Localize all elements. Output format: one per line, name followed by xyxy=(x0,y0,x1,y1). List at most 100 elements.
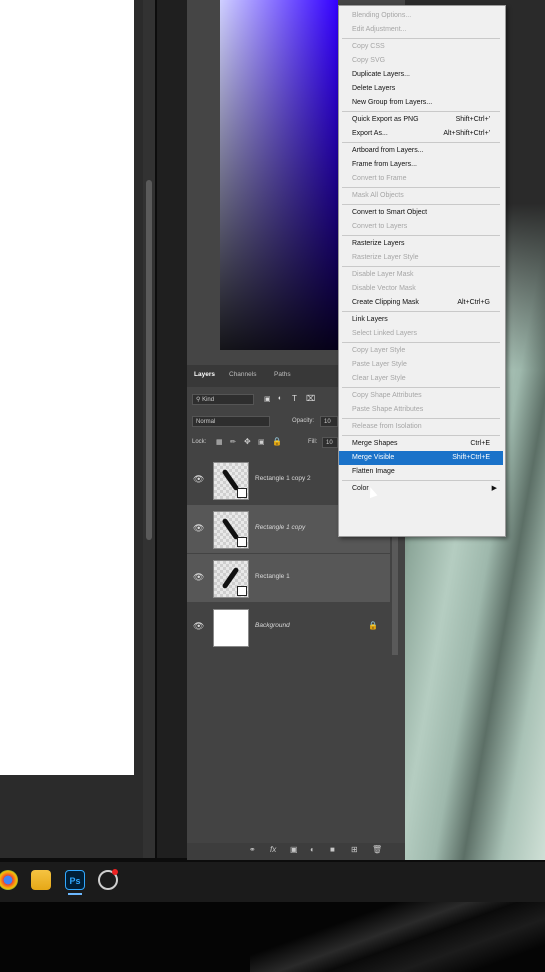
photoshop-label: Ps xyxy=(69,876,81,886)
layer-row[interactable]: 👁 Rectangle 1 xyxy=(187,554,390,602)
layer-name[interactable]: Background xyxy=(255,622,290,629)
menu-item[interactable]: Frame from Layers... xyxy=(339,158,503,172)
filter-shape-icon[interactable]: ⌧ xyxy=(306,394,315,403)
new-layer-icon[interactable]: ⊞ xyxy=(351,845,358,854)
menu-item-label: Copy Layer Style xyxy=(352,347,406,354)
menu-item-label: Rasterize Layer Style xyxy=(352,254,419,261)
menu-item[interactable]: Create Clipping Mask Alt+Ctrl+G xyxy=(339,296,503,310)
menu-item[interactable]: Convert to Smart Object xyxy=(339,206,503,220)
layer-filter-label: Kind xyxy=(202,397,215,403)
menu-item[interactable]: Quick Export as PNG Shift+Ctrl+' xyxy=(339,113,503,127)
layer-filter-select[interactable]: ⚲ Kind xyxy=(192,394,254,405)
tab-layers[interactable]: Layers xyxy=(194,371,215,378)
tab-channels[interactable]: Channels xyxy=(229,371,256,378)
shape-layer-badge-icon xyxy=(237,537,247,547)
menu-separator xyxy=(342,111,500,112)
menu-item: Mask All Objects xyxy=(339,189,503,203)
opacity-label: Opacity: xyxy=(292,418,315,424)
blend-mode-select[interactable]: Normal xyxy=(192,416,270,427)
panel-divider xyxy=(157,0,187,858)
file-explorer-icon[interactable] xyxy=(31,870,51,890)
menu-item: Paste Layer Style xyxy=(339,358,503,372)
menu-item: Edit Adjustment... xyxy=(339,23,503,37)
trash-icon[interactable]: 🗑 xyxy=(372,845,382,854)
shape-layer-badge-icon xyxy=(237,586,247,596)
menu-separator xyxy=(342,142,500,143)
visibility-eye-icon[interactable]: 👁 xyxy=(193,474,204,485)
menu-item[interactable]: Merge Shapes Ctrl+E xyxy=(339,437,503,451)
layer-thumbnail xyxy=(213,560,249,598)
menu-item: Copy Shape Attributes xyxy=(339,389,503,403)
menu-item-label: Blending Options... xyxy=(352,12,412,19)
menu-item-shortcut: Alt+Shift+Ctrl+' xyxy=(443,130,490,137)
opacity-input[interactable]: 10 xyxy=(320,416,338,427)
layer-row[interactable]: 👁 Background 🔒 xyxy=(187,603,390,651)
lock-all-icon[interactable]: 🔒 xyxy=(272,437,282,446)
menu-item[interactable]: Rasterize Layers xyxy=(339,237,503,251)
fill-input[interactable]: 10 xyxy=(322,437,338,448)
menu-item-label: Clear Layer Style xyxy=(352,375,406,382)
menu-item[interactable]: Delete Layers xyxy=(339,82,503,96)
menu-item-label: Rasterize Layers xyxy=(352,240,405,247)
menu-item-shortcut: Shift+Ctrl+E xyxy=(452,454,490,461)
menu-item[interactable]: Export As... Alt+Shift+Ctrl+' xyxy=(339,127,503,141)
layer-name[interactable]: Rectangle 1 copy 2 xyxy=(255,475,311,482)
menu-item[interactable]: Color ▶ xyxy=(339,482,503,496)
menu-item-label: Artboard from Layers... xyxy=(352,147,424,154)
lock-image-icon[interactable]: ✏ xyxy=(230,438,236,446)
layer-name[interactable]: Rectangle 1 xyxy=(255,573,290,580)
lock-artboard-icon[interactable]: ▣ xyxy=(258,438,265,446)
menu-separator xyxy=(342,38,500,39)
filter-pixel-icon[interactable]: ▣ xyxy=(264,395,271,403)
menu-item[interactable]: Merge Visible Shift+Ctrl+E xyxy=(339,451,503,465)
filter-type-icon[interactable]: T xyxy=(292,394,297,403)
layer-name[interactable]: Rectangle 1 copy xyxy=(255,524,305,531)
menu-item-label: Convert to Frame xyxy=(352,175,407,182)
filter-adjustment-icon[interactable]: ◐ xyxy=(278,395,282,402)
add-mask-icon[interactable]: ▣ xyxy=(290,845,298,854)
search-icon: ⚲ xyxy=(196,397,201,403)
menu-item-label: Mask All Objects xyxy=(352,192,404,199)
menu-item[interactable]: Link Layers xyxy=(339,313,503,327)
menu-item-label: Delete Layers xyxy=(352,85,396,92)
document-canvas[interactable] xyxy=(0,0,134,775)
lock-transparent-icon[interactable]: ▦ xyxy=(216,438,223,446)
menu-item-label: Frame from Layers... xyxy=(352,161,417,168)
menu-item-label: Edit Adjustment... xyxy=(352,26,407,33)
menu-item[interactable]: Duplicate Layers... xyxy=(339,68,503,82)
menu-item-label: Export As... xyxy=(352,130,388,137)
menu-item-label: Paste Shape Attributes xyxy=(352,406,424,413)
menu-separator xyxy=(342,435,500,436)
menu-separator xyxy=(342,418,500,419)
menu-item: Disable Layer Mask xyxy=(339,268,503,282)
menu-item: Paste Shape Attributes xyxy=(339,403,503,417)
menu-item-label: Disable Vector Mask xyxy=(352,285,416,292)
menu-item: Copy CSS xyxy=(339,40,503,54)
menu-item[interactable]: Artboard from Layers... xyxy=(339,144,503,158)
color-picker-field[interactable] xyxy=(220,0,338,350)
menu-item[interactable]: New Group from Layers... xyxy=(339,96,503,110)
visibility-eye-icon[interactable]: 👁 xyxy=(193,572,204,583)
menu-item-label: Release from Isolation xyxy=(352,423,422,430)
shape-layer-badge-icon xyxy=(237,488,247,498)
menu-item-label: Select Linked Layers xyxy=(352,330,417,337)
canvas-scrollbar[interactable] xyxy=(146,180,152,540)
tab-paths[interactable]: Paths xyxy=(274,371,291,378)
menu-item-label: Paste Layer Style xyxy=(352,361,407,368)
menu-separator xyxy=(342,235,500,236)
new-adjustment-icon[interactable]: ◐ xyxy=(310,845,315,854)
menu-item-label: New Group from Layers... xyxy=(352,99,433,106)
fx-icon[interactable]: fx xyxy=(270,845,276,854)
visibility-eye-icon[interactable]: 👁 xyxy=(193,523,204,534)
menu-item: Release from Isolation xyxy=(339,420,503,434)
menu-item: Rasterize Layer Style xyxy=(339,251,503,265)
menu-separator xyxy=(342,342,500,343)
menu-item[interactable]: Flatten Image xyxy=(339,465,503,479)
lock-position-icon[interactable]: ✥ xyxy=(244,437,251,446)
visibility-eye-icon[interactable]: 👁 xyxy=(193,621,204,632)
link-layers-icon[interactable]: ⚭ xyxy=(249,845,256,854)
menu-item-label: Link Layers xyxy=(352,316,388,323)
menu-item-label: Duplicate Layers... xyxy=(352,71,410,78)
new-group-icon[interactable]: ■ xyxy=(330,845,335,854)
photoshop-icon[interactable]: Ps xyxy=(65,870,85,890)
